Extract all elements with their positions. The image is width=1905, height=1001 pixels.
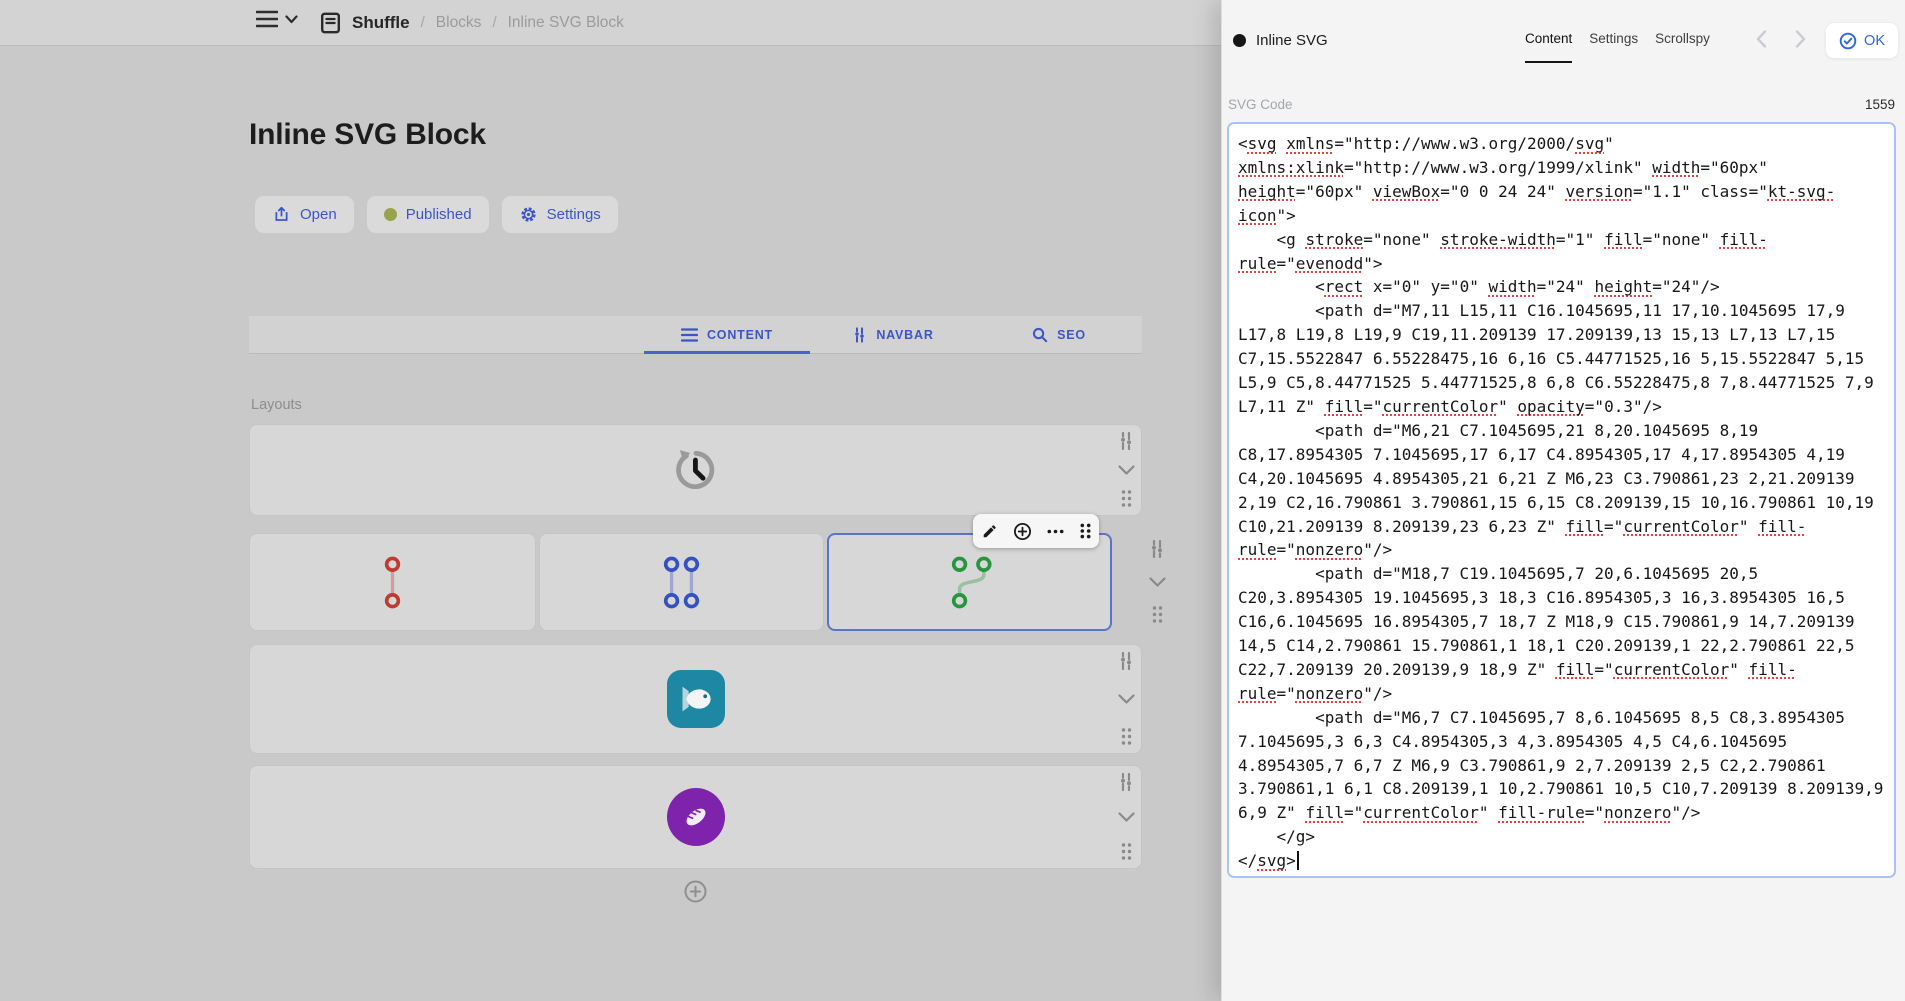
settings-button[interactable]: Settings [502, 196, 618, 233]
breadcrumb-current: Inline SVG Block [508, 14, 624, 32]
breadcrumb: Shuffle / Blocks / Inline SVG Block [320, 0, 624, 45]
tab-navbar[interactable]: NAVBAR [810, 316, 976, 353]
tab-seo-label: SEO [1057, 328, 1086, 342]
block-collapse-icon[interactable] [1149, 577, 1166, 587]
history-clock-icon [673, 447, 719, 493]
block-collapse-icon[interactable] [1118, 694, 1135, 704]
tabbar-spacer [249, 316, 644, 353]
page-title: Inline SVG Block [249, 118, 486, 152]
block-drag-handle-icon[interactable] [1120, 727, 1133, 746]
svg-code-editor[interactable]: <svg xmlns="http://www.w3.org/2000/svg" … [1227, 122, 1896, 878]
layout-row-2 [249, 533, 1142, 631]
published-dot-icon [384, 208, 397, 221]
editor-canvas: Shuffle / Blocks / Inline SVG Block Inli… [0, 0, 1221, 1001]
block-settings-icon[interactable] [1148, 540, 1166, 558]
block-collapse-icon[interactable] [1118, 812, 1135, 822]
list-lines-icon [681, 328, 698, 342]
open-external-icon [272, 205, 291, 224]
layout-block-history[interactable] [249, 424, 1142, 516]
git-commit-red-icon [379, 556, 406, 609]
journal-icon [320, 12, 341, 34]
prev-block-button[interactable] [1756, 30, 1767, 48]
search-icon [1032, 327, 1048, 343]
open-button-label: Open [300, 206, 337, 223]
block-settings-icon[interactable] [1117, 432, 1135, 450]
bread-icon [667, 788, 725, 846]
block-settings-icon[interactable] [1117, 652, 1135, 670]
block-hover-toolbar [973, 514, 1099, 548]
next-block-button[interactable] [1795, 30, 1806, 48]
breadcrumb-section[interactable]: Blocks [436, 14, 482, 32]
fish-icon [667, 670, 725, 728]
tab-content-label: CONTENT [707, 328, 773, 342]
block-settings-icon[interactable] [1117, 773, 1135, 791]
check-circle-icon [1839, 32, 1857, 50]
page-actions: Open Published Settings [255, 196, 618, 233]
tab-content[interactable]: CONTENT [644, 316, 810, 353]
git-branch-green-icon [943, 556, 996, 609]
ok-button[interactable]: OK [1825, 22, 1899, 59]
sliders-icon [852, 327, 867, 343]
svg-code-field-header: SVG Code 1559 [1228, 97, 1895, 112]
layout-row-3 [249, 644, 1142, 754]
more-options-icon[interactable] [1047, 529, 1064, 534]
main-menu-button[interactable] [256, 10, 298, 28]
layout-block-fish[interactable] [249, 644, 1142, 754]
gear-icon [519, 205, 538, 224]
plus-circle-icon [682, 878, 709, 905]
svg-code-text: <svg xmlns="http://www.w3.org/2000/svg" … [1238, 132, 1885, 873]
chevron-down-icon [285, 15, 298, 24]
tab-seo[interactable]: SEO [976, 316, 1142, 353]
block-collapse-icon[interactable] [1118, 465, 1135, 475]
panel-tab-settings[interactable]: Settings [1589, 31, 1638, 46]
layout-row-4 [249, 765, 1142, 869]
drag-handle-icon[interactable] [1079, 523, 1092, 539]
published-label: Published [406, 206, 472, 223]
settings-button-label: Settings [547, 206, 601, 223]
breadcrumb-app[interactable]: Shuffle [352, 13, 410, 33]
block-tabs: CONTENT NAVBAR SEO [249, 316, 1142, 354]
breadcrumb-separator: / [421, 14, 425, 31]
tab-navbar-label: NAVBAR [876, 328, 933, 342]
published-status-button[interactable]: Published [367, 196, 489, 233]
ok-button-label: OK [1864, 33, 1885, 49]
add-circle-icon[interactable] [1013, 522, 1032, 541]
block-controls-rail [1113, 652, 1139, 746]
layout-block-bread[interactable] [249, 765, 1142, 869]
git-commits-blue-icon [655, 556, 708, 609]
panel-tabs: Content Settings Scrollspy [1525, 31, 1710, 46]
svg-code-label: SVG Code [1228, 97, 1293, 112]
block-drag-handle-icon[interactable] [1120, 842, 1133, 861]
layout-row-1 [249, 424, 1142, 516]
top-bar: Shuffle / Blocks / Inline SVG Block [0, 0, 1221, 46]
panel-tab-scrollspy[interactable]: Scrollspy [1655, 31, 1710, 46]
open-button[interactable]: Open [255, 196, 354, 233]
block-controls-rail [1144, 540, 1170, 624]
breadcrumb-separator: / [492, 14, 496, 31]
add-block-button[interactable] [682, 878, 709, 905]
hamburger-icon [256, 10, 278, 28]
layout-block-commits-blue[interactable] [539, 533, 824, 631]
panel-tab-content[interactable]: Content [1525, 31, 1572, 46]
char-count: 1559 [1865, 97, 1895, 112]
block-drag-handle-icon[interactable] [1120, 489, 1133, 508]
block-controls-rail [1113, 432, 1139, 508]
layout-block-commit-red[interactable] [249, 533, 536, 631]
block-editor-panel: Inline SVG Content Settings Scrollspy OK… [1221, 0, 1905, 1001]
edit-pencil-icon[interactable] [981, 523, 998, 540]
block-type-dot-icon [1233, 34, 1246, 47]
block-drag-handle-icon[interactable] [1151, 605, 1164, 624]
block-controls-rail [1113, 773, 1139, 861]
layouts-section-label: Layouts [251, 397, 302, 413]
panel-title: Inline SVG [1256, 32, 1328, 49]
